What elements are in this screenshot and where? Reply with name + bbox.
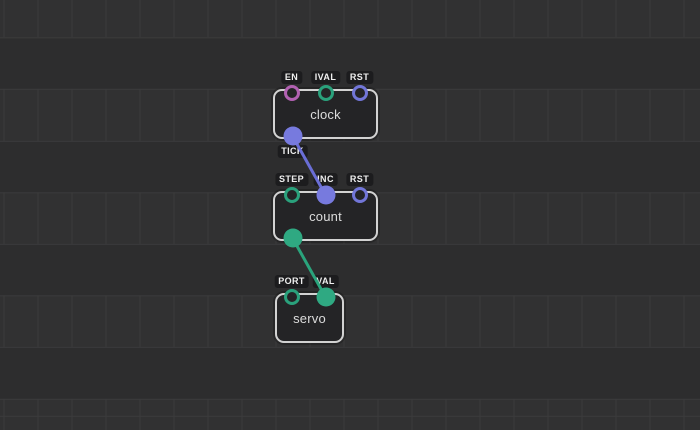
- edge-layer: [0, 0, 700, 430]
- port-clock-tick[interactable]: [283, 127, 302, 146]
- node-editor-canvas[interactable]: clockcountservo ENIVALRSTTICKSTEPINCRSTP…: [0, 0, 700, 430]
- port-count-rst[interactable]: [352, 187, 368, 203]
- port-servo-val[interactable]: [316, 288, 335, 307]
- port-servo-port[interactable]: [284, 289, 300, 305]
- port-count-inc[interactable]: [316, 186, 335, 205]
- port-clock-ival[interactable]: [318, 85, 334, 101]
- port-clock-rst[interactable]: [352, 85, 368, 101]
- port-count-out[interactable]: [283, 229, 302, 248]
- port-count-step[interactable]: [284, 187, 300, 203]
- port-clock-en[interactable]: [284, 85, 300, 101]
